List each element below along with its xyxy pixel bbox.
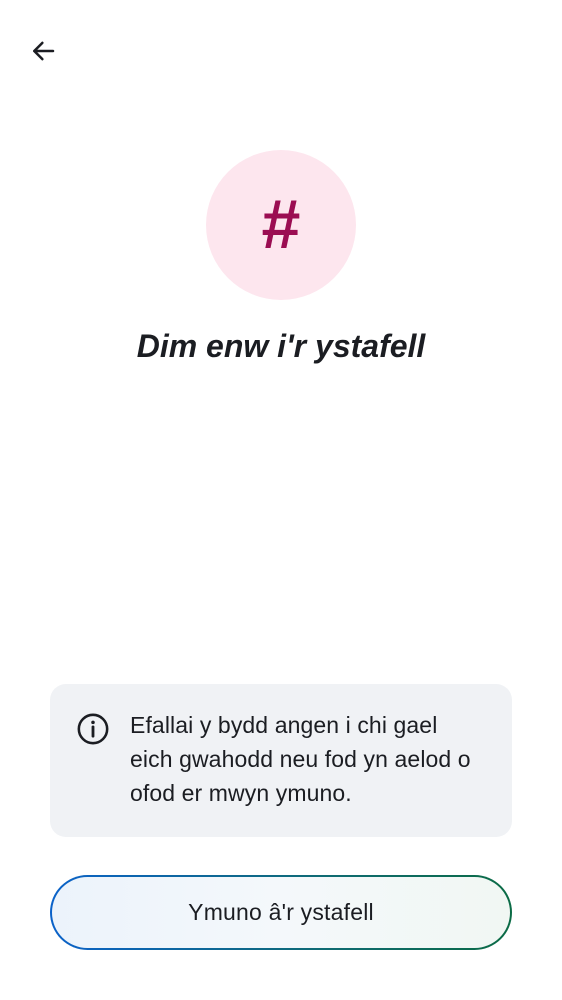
back-button[interactable]	[20, 28, 66, 74]
join-room-button-surface[interactable]: Ymuno â'r ystafell	[52, 877, 510, 948]
info-icon	[76, 712, 110, 746]
join-room-button-label: Ymuno â'r ystafell	[188, 899, 374, 925]
room-avatar: #	[206, 150, 356, 300]
info-message: Efallai y bydd angen i chi gael eich gwa…	[130, 712, 471, 806]
join-room-button[interactable]: Ymuno â'r ystafell	[50, 875, 512, 950]
info-callout: Efallai y bydd angen i chi gael eich gwa…	[50, 684, 512, 837]
room-name: Dim enw i'r ystafell	[136, 328, 426, 364]
hash-icon: #	[261, 185, 301, 263]
arrow-left-icon	[28, 36, 58, 66]
